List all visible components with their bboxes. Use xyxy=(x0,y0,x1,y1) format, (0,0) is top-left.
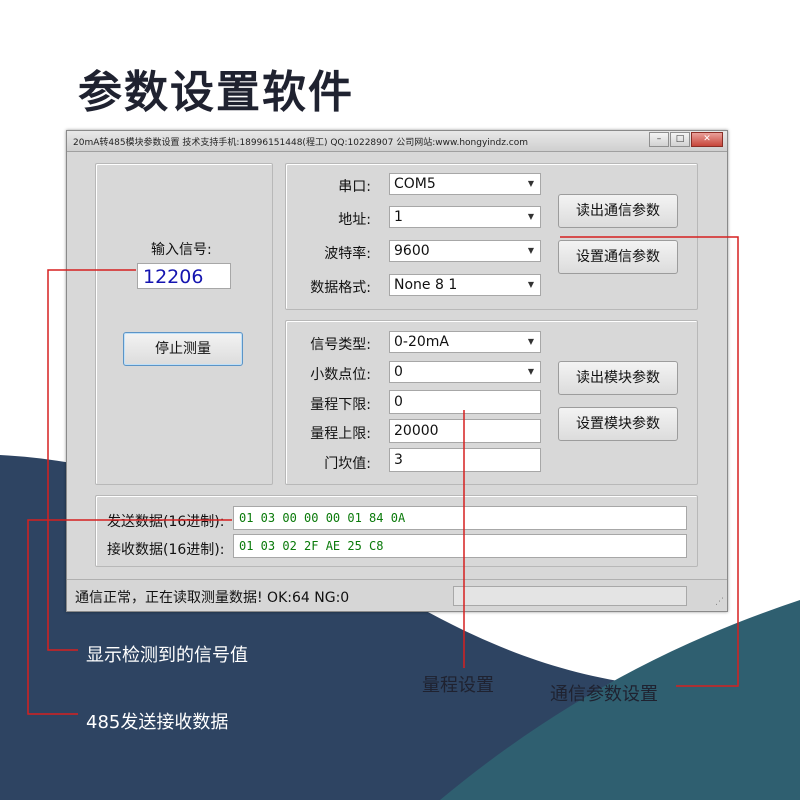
decimal-label: 小数点位: xyxy=(310,367,371,383)
address-value: 1 xyxy=(394,209,403,225)
format-select[interactable]: None 8 1 ▼ xyxy=(389,274,541,296)
port-select[interactable]: COM5 ▼ xyxy=(389,173,541,195)
input-signal-display: 12206 xyxy=(137,263,231,289)
signal-panel xyxy=(95,163,273,485)
minimize-button[interactable]: – xyxy=(649,132,669,147)
dropdown-arrow-icon: ▼ xyxy=(527,246,535,255)
close-button[interactable]: ✕ xyxy=(691,132,723,147)
signal-type-label: 信号类型: xyxy=(310,337,371,353)
window-titlebar[interactable]: 20mA转485模块参数设置 技术支持手机:18996151448(程工) QQ… xyxy=(67,131,727,152)
resize-grip-icon[interactable]: ⋰ xyxy=(715,597,724,607)
range-low-value: 0 xyxy=(394,394,403,410)
dropdown-arrow-icon: ▼ xyxy=(527,179,535,188)
recv-data-value: 01 03 02 2F AE 25 C8 xyxy=(239,539,384,553)
set-module-params-button[interactable]: 设置模块参数 xyxy=(558,407,678,441)
input-signal-value: 12206 xyxy=(143,266,204,288)
read-comm-params-label: 读出通信参数 xyxy=(576,203,660,219)
signal-type-value: 0-20mA xyxy=(394,334,449,350)
signal-type-select[interactable]: 0-20mA ▼ xyxy=(389,331,541,353)
stop-measure-label: 停止测量 xyxy=(155,341,211,357)
decimal-value: 0 xyxy=(394,364,403,380)
read-module-params-label: 读出模块参数 xyxy=(576,370,660,386)
dropdown-arrow-icon: ▼ xyxy=(527,280,535,289)
page-title: 参数设置软件 xyxy=(78,67,354,118)
range-high-label: 量程上限: xyxy=(310,426,371,442)
recv-data-field[interactable]: 01 03 02 2F AE 25 C8 xyxy=(233,534,687,558)
dropdown-arrow-icon: ▼ xyxy=(527,212,535,221)
send-data-label: 发送数据(16进制): xyxy=(107,514,225,530)
threshold-label: 门坎值: xyxy=(324,456,371,472)
set-module-params-label: 设置模块参数 xyxy=(576,416,660,432)
app-window: 20mA转485模块参数设置 技术支持手机:18996151448(程工) QQ… xyxy=(66,130,728,612)
address-select[interactable]: 1 ▼ xyxy=(389,206,541,228)
dropdown-arrow-icon: ▼ xyxy=(527,337,535,346)
threshold-input[interactable]: 3 xyxy=(389,448,541,472)
port-value: COM5 xyxy=(394,176,436,192)
window-title: 20mA转485模块参数设置 技术支持手机:18996151448(程工) QQ… xyxy=(73,138,529,148)
baud-label: 波特率: xyxy=(324,246,371,262)
dropdown-arrow-icon: ▼ xyxy=(527,367,535,376)
recv-data-label: 接收数据(16进制): xyxy=(107,542,225,558)
baud-value: 9600 xyxy=(394,243,430,259)
read-module-params-button[interactable]: 读出模块参数 xyxy=(558,361,678,395)
port-label: 串口: xyxy=(338,179,371,195)
range-high-value: 20000 xyxy=(394,423,439,439)
status-bar: 通信正常，正在读取测量数据! OK:64 NG:0 ⋰ xyxy=(67,579,727,610)
status-progress-bar xyxy=(453,586,687,606)
callout-comm-setting: 通信参数设置 xyxy=(550,684,658,705)
address-label: 地址: xyxy=(338,212,371,228)
read-comm-params-button[interactable]: 读出通信参数 xyxy=(558,194,678,228)
callout-range-setting: 量程设置 xyxy=(422,675,494,696)
format-label: 数据格式: xyxy=(310,280,371,296)
decimal-select[interactable]: 0 ▼ xyxy=(389,361,541,383)
input-signal-label: 输入信号: xyxy=(151,242,212,258)
window-controls: – □ ✕ xyxy=(649,132,723,147)
threshold-value: 3 xyxy=(394,452,403,468)
range-high-input[interactable]: 20000 xyxy=(389,419,541,443)
send-data-value: 01 03 00 00 00 01 84 0A xyxy=(239,511,406,525)
baud-select[interactable]: 9600 ▼ xyxy=(389,240,541,262)
status-text: 通信正常，正在读取测量数据! OK:64 NG:0 xyxy=(75,590,350,606)
format-value: None 8 1 xyxy=(394,277,458,293)
callout-signal-value: 显示检测到的信号值 xyxy=(86,645,248,666)
maximize-button[interactable]: □ xyxy=(670,132,690,147)
set-comm-params-button[interactable]: 设置通信参数 xyxy=(558,240,678,274)
set-comm-params-label: 设置通信参数 xyxy=(576,249,660,265)
range-low-input[interactable]: 0 xyxy=(389,390,541,414)
range-low-label: 量程下限: xyxy=(310,397,371,413)
stop-measure-button[interactable]: 停止测量 xyxy=(123,332,243,366)
callout-485-data: 485发送接收数据 xyxy=(86,712,229,733)
send-data-field[interactable]: 01 03 00 00 00 01 84 0A xyxy=(233,506,687,530)
